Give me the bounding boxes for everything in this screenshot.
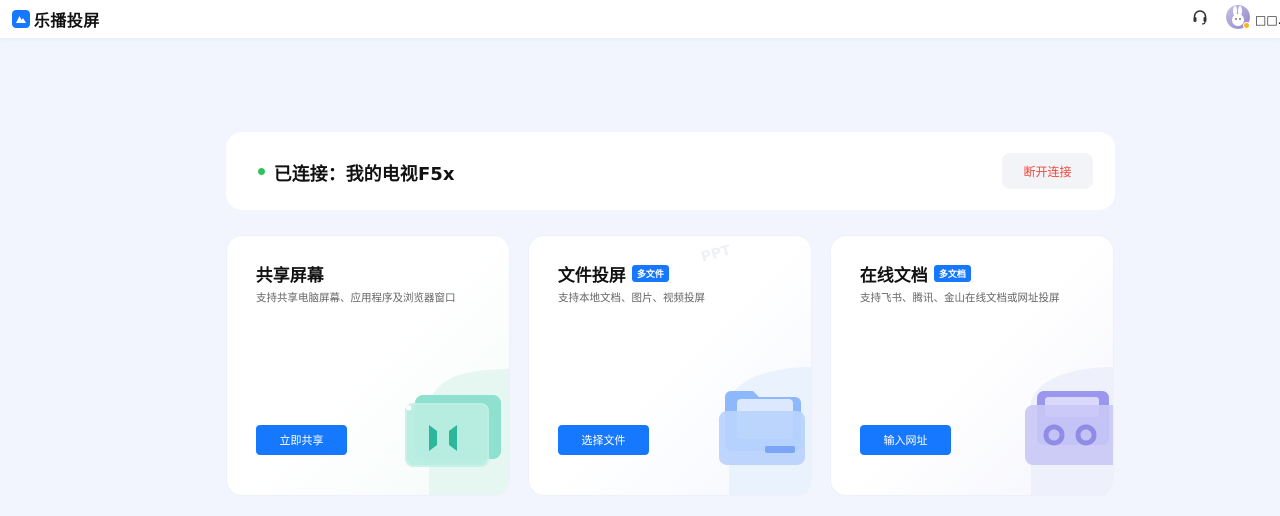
online-doc-card[interactable]: 在线文档 多文档 支持飞书、腾讯、金山在线文档或网址投屏 输入网址 xyxy=(830,235,1114,496)
choose-file-button[interactable]: 选择文件 xyxy=(558,425,649,455)
headset-icon[interactable] xyxy=(1190,7,1210,27)
multi-doc-badge: 多文档 xyxy=(934,265,972,282)
disconnect-button[interactable]: 断开连接 xyxy=(1002,153,1093,189)
card-title: 在线文档 xyxy=(860,266,928,286)
card-title: 文件投屏 xyxy=(558,266,626,286)
card-description: 支持本地文档、图片、视频投屏 xyxy=(558,292,705,304)
split-screen-icon xyxy=(405,369,509,495)
ppt-watermark: PPT xyxy=(699,242,733,266)
top-bar: 乐播投屏 □□.开 xyxy=(0,0,1280,38)
share-screen-card[interactable]: 共享屏幕 支持共享电脑屏幕、应用程序及浏览器窗口 立即共享 xyxy=(226,235,510,496)
card-title: 共享屏幕 xyxy=(256,266,324,286)
folder-icon xyxy=(719,367,811,495)
link-loop-icon xyxy=(1025,367,1113,495)
share-now-button[interactable]: 立即共享 xyxy=(256,425,347,455)
card-description: 支持共享电脑屏幕、应用程序及浏览器窗口 xyxy=(256,292,456,304)
file-cast-card[interactable]: PPT 文件投屏 多文件 支持本地文档、图片、视频投屏 选择文件 xyxy=(528,235,812,496)
multi-file-badge: 多文件 xyxy=(632,265,670,282)
enter-url-button[interactable]: 输入网址 xyxy=(860,425,951,455)
brand: 乐播投屏 xyxy=(12,7,100,31)
lebo-logo-icon xyxy=(12,10,30,28)
avatar-status-dot xyxy=(1243,22,1250,29)
connected-dot xyxy=(258,168,265,175)
brand-name: 乐播投屏 xyxy=(34,11,101,30)
connection-status-card: 已连接：我的电视F5x 断开连接 xyxy=(226,132,1115,210)
connection-status-text: 已连接：我的电视F5x xyxy=(274,164,455,185)
username[interactable]: □□.开 xyxy=(1255,11,1280,28)
card-description: 支持飞书、腾讯、金山在线文档或网址投屏 xyxy=(860,292,1060,304)
